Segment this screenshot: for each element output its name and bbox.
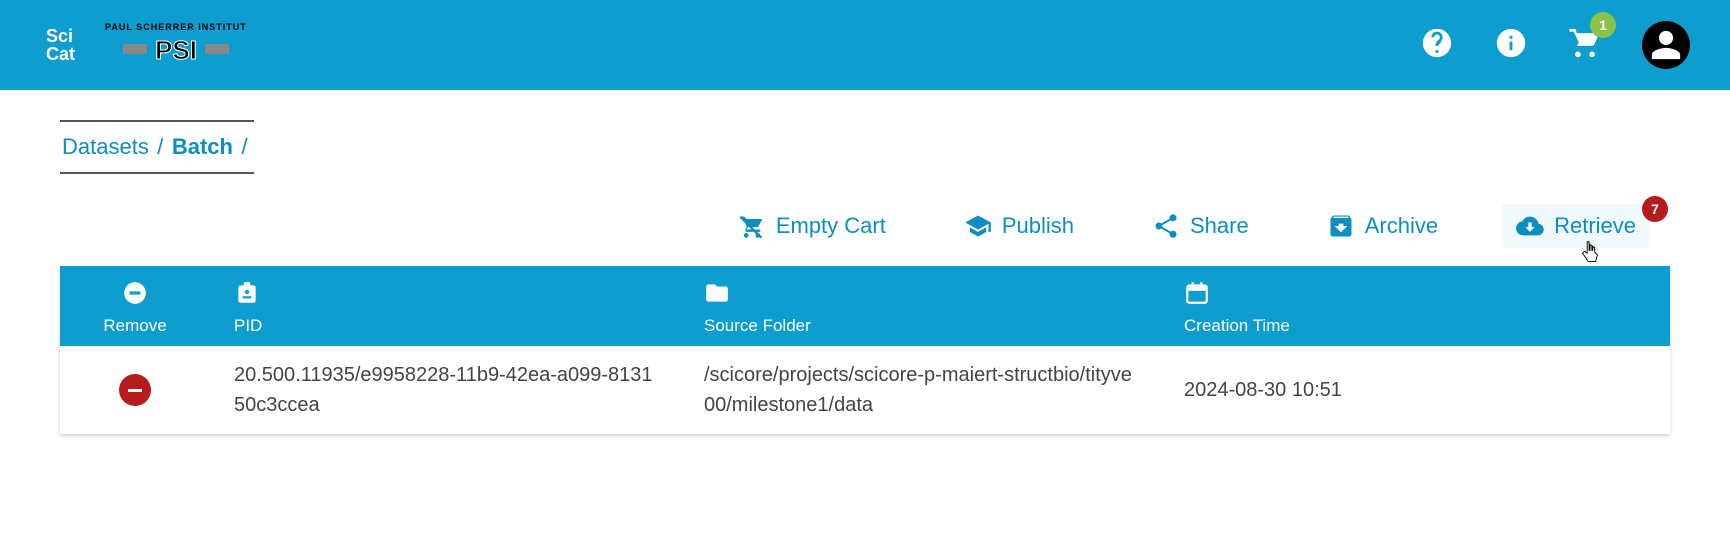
breadcrumb-datasets[interactable]: Datasets bbox=[62, 134, 149, 159]
page-content: Datasets / Batch / Empty Cart Publish Sh… bbox=[0, 90, 1730, 464]
empty-cart-button[interactable]: Empty Cart bbox=[724, 204, 900, 248]
breadcrumb: Datasets / Batch / bbox=[60, 120, 254, 174]
th-source-label: Source Folder bbox=[704, 316, 811, 336]
batch-table: Remove PID Source Folder Creation Time 2… bbox=[60, 266, 1670, 434]
publish-button[interactable]: Publish bbox=[950, 204, 1088, 248]
scicat-logo[interactable]: SciCat bbox=[40, 27, 75, 63]
share-icon bbox=[1152, 212, 1180, 240]
archive-icon bbox=[1327, 212, 1355, 240]
breadcrumb-sep: / bbox=[157, 134, 163, 159]
archive-button[interactable]: Archive bbox=[1313, 204, 1452, 248]
breadcrumb-batch: Batch bbox=[172, 134, 233, 159]
cursor-pointer-icon bbox=[1576, 240, 1604, 268]
row-time: 2024-08-30 10:51 bbox=[1160, 379, 1460, 402]
batch-toolbar: Empty Cart Publish Share Archive Retriev… bbox=[60, 204, 1670, 248]
retrieve-badge: 7 bbox=[1642, 196, 1668, 222]
retrieve-label: Retrieve bbox=[1554, 213, 1636, 239]
th-remove: Remove bbox=[60, 280, 210, 336]
row-pid[interactable]: 20.500.11935/e9958228-11b9-42ea-a099-813… bbox=[210, 360, 680, 420]
header-actions: 1 bbox=[1420, 21, 1690, 69]
row-source: /scicore/projects/scicore-p-maiert-struc… bbox=[680, 360, 1160, 420]
th-pid-label: PID bbox=[234, 316, 262, 336]
publish-icon bbox=[964, 212, 992, 240]
app-header: SciCat PAUL SCHERRER INSTITUT PSI 1 bbox=[0, 0, 1730, 90]
share-button[interactable]: Share bbox=[1138, 204, 1263, 248]
psi-logo[interactable]: PAUL SCHERRER INSTITUT PSI bbox=[105, 22, 247, 68]
remove-row-button[interactable] bbox=[119, 374, 151, 406]
retrieve-icon bbox=[1516, 212, 1544, 240]
psi-logo-label: PAUL SCHERRER INSTITUT bbox=[105, 22, 247, 32]
help-icon[interactable] bbox=[1420, 26, 1454, 65]
svg-text:PSI: PSI bbox=[155, 35, 197, 65]
th-source[interactable]: Source Folder bbox=[680, 280, 1160, 336]
th-time-label: Creation Time bbox=[1184, 316, 1290, 336]
avatar[interactable] bbox=[1642, 21, 1690, 69]
remove-cart-icon bbox=[738, 212, 766, 240]
archive-label: Archive bbox=[1365, 213, 1438, 239]
cart-icon[interactable]: 1 bbox=[1568, 26, 1602, 65]
table-row: 20.500.11935/e9958228-11b9-42ea-a099-813… bbox=[60, 346, 1670, 434]
table-header: Remove PID Source Folder Creation Time bbox=[60, 266, 1670, 346]
th-time[interactable]: Creation Time bbox=[1160, 280, 1460, 336]
row-remove-cell bbox=[60, 374, 210, 406]
remove-header-icon bbox=[122, 280, 148, 306]
calendar-icon bbox=[1184, 280, 1210, 306]
header-logos: SciCat PAUL SCHERRER INSTITUT PSI bbox=[40, 22, 247, 68]
publish-label: Publish bbox=[1002, 213, 1074, 239]
th-remove-label: Remove bbox=[103, 316, 166, 336]
th-pid[interactable]: PID bbox=[210, 280, 680, 336]
empty-cart-label: Empty Cart bbox=[776, 213, 886, 239]
share-label: Share bbox=[1190, 213, 1249, 239]
info-icon[interactable] bbox=[1494, 26, 1528, 65]
retrieve-button[interactable]: Retrieve 7 bbox=[1502, 204, 1650, 248]
badge-icon bbox=[234, 280, 260, 306]
folder-icon bbox=[704, 280, 730, 306]
breadcrumb-sep: / bbox=[241, 134, 247, 159]
cart-badge: 1 bbox=[1590, 12, 1616, 38]
